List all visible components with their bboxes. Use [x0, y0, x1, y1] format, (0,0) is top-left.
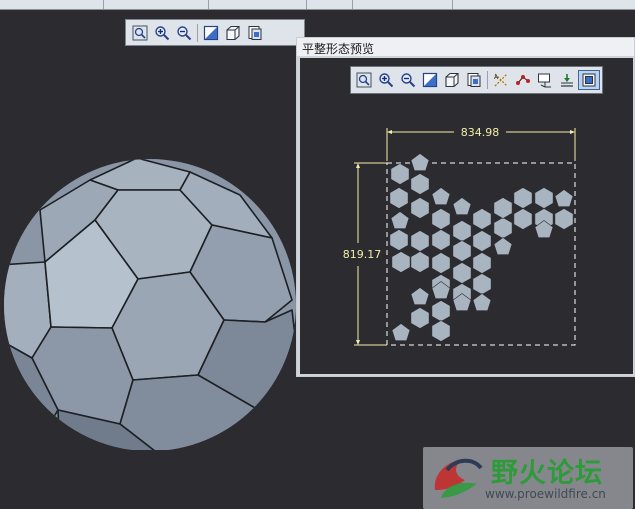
saved-views-button[interactable] [244, 23, 266, 43]
hexagon-piece [431, 252, 451, 274]
hexagon-piece [513, 187, 533, 209]
hexagon-piece [472, 273, 492, 295]
flame-logo-icon [434, 458, 483, 498]
hexagon-piece [410, 307, 430, 329]
pentagon-piece [452, 197, 472, 215]
menu-separator [306, 0, 307, 9]
hexagon-piece [513, 208, 533, 230]
zoom-in-icon [155, 25, 170, 40]
repaint-button[interactable] [200, 23, 222, 43]
hexagon-piece [410, 197, 430, 219]
hexagon-piece [390, 163, 410, 185]
toolbar-separator [197, 23, 198, 42]
pentagon-piece [390, 211, 410, 229]
hexagon-piece [452, 240, 472, 262]
menu-separator [352, 0, 353, 9]
preview-canvas[interactable]: A 834.98 819.17 [300, 58, 633, 374]
saved-views-icon [248, 25, 262, 40]
hexagon-piece [431, 300, 451, 322]
pentagon-piece [493, 237, 513, 255]
dimension-arrow [356, 340, 360, 345]
view-toolbar [125, 19, 305, 46]
dimension-arrow [570, 130, 575, 134]
pentagon-piece [472, 293, 492, 312]
zoom-out-icon [177, 25, 192, 40]
hexagon-piece [452, 220, 472, 242]
watermark-url: www.proewildfire.cn [485, 487, 606, 501]
zoom-fit-icon [132, 25, 148, 40]
watermark-forum-name: 野火论坛 [491, 458, 603, 489]
pentagon-piece [410, 287, 430, 306]
pentagon-piece [431, 187, 451, 205]
hexagon-piece [534, 187, 554, 209]
ball-model[interactable] [0, 150, 300, 450]
hexagon-piece [410, 251, 430, 273]
hexagon-piece [431, 229, 451, 251]
pentagon-piece [410, 153, 430, 171]
menu-separator [208, 0, 209, 9]
hexagon-piece [493, 197, 513, 219]
hexagon-piece [391, 251, 411, 273]
hexagon-piece [410, 230, 430, 252]
hexagon-piece [472, 208, 492, 230]
hexagon-piece [431, 208, 451, 230]
menu-separator [103, 0, 104, 9]
hexagon-piece [410, 173, 430, 195]
dimension-arrow [387, 130, 392, 134]
dimension-arrow [356, 163, 360, 168]
height-dimension-value[interactable]: 819.17 [343, 248, 382, 261]
zoom-out-button[interactable] [173, 23, 195, 43]
graphics-window[interactable]: 平整形态预览 A 834.98 819.17 野火论坛 www.proewild… [0, 10, 635, 509]
hexagon-piece [389, 187, 409, 209]
flat-pattern-pieces [389, 153, 574, 342]
view-orientation-icon [226, 25, 240, 40]
pentagon-piece [391, 323, 411, 342]
zoom-fit-button[interactable] [129, 23, 151, 43]
hexagon-piece [493, 217, 513, 239]
preview-titlebar[interactable]: 平整形态预览 [297, 38, 634, 56]
width-dimension-value[interactable]: 834.98 [461, 126, 500, 139]
hexagon-piece [554, 208, 574, 230]
menu-bar [0, 0, 635, 10]
flat-pattern-drawing[interactable]: 834.98 819.17 [300, 58, 633, 374]
hexagon-piece [472, 230, 492, 252]
hexagon-piece [472, 252, 492, 274]
hexagon-piece [452, 262, 472, 284]
face-lower-left [31, 326, 134, 425]
flat-state-preview-window[interactable]: 平整形态预览 A 834.98 819.17 [296, 37, 635, 377]
hexagon-piece [431, 320, 451, 342]
repaint-icon [203, 25, 219, 40]
watermark-logo: 野火论坛 www.proewildfire.cn [423, 447, 633, 509]
view-orientation-button[interactable] [222, 23, 244, 43]
preview-window-title: 平整形态预览 [302, 42, 375, 56]
zoom-in-button[interactable] [151, 23, 173, 43]
pentagon-piece [554, 189, 574, 207]
menu-separator [452, 0, 453, 9]
hexagon-piece [389, 229, 409, 251]
